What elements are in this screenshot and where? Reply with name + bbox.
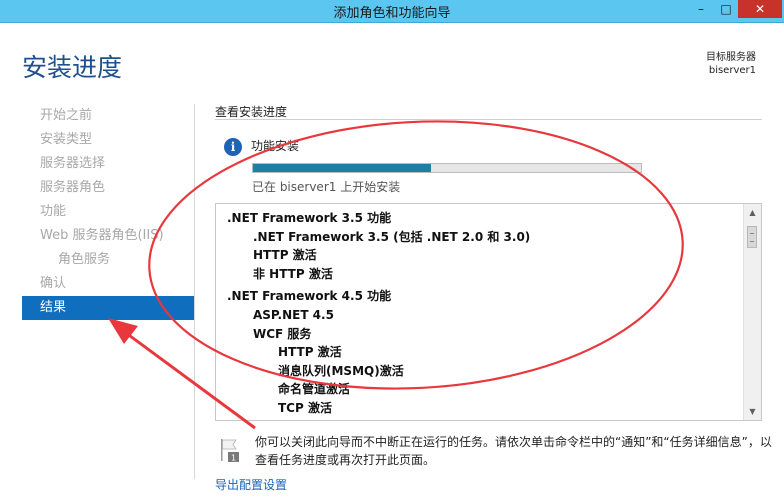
close-button[interactable]: ✕ (738, 0, 782, 18)
target-server-name: biserver1 (708, 65, 756, 76)
nav-item-web-server-role[interactable]: Web 服务器角色(IIS) (22, 224, 194, 248)
flag-icon: 1 (221, 439, 239, 463)
page-title: 安装进度 (22, 53, 123, 82)
nav-item-role-services[interactable]: 角色服务 (22, 248, 194, 272)
section-label: 查看安装进度 (215, 105, 288, 119)
info-note: 你可以关闭此向导而不中断正在运行的任务。请依次单击命令栏中的“通知”和“任务详细… (255, 433, 775, 469)
nav-item-server-roles[interactable]: 服务器角色 (22, 176, 194, 200)
list-item: HTTP 激活 (278, 345, 342, 360)
svg-text:1: 1 (231, 454, 236, 463)
wizard-nav: 开始之前 安装类型 服务器选择 服务器角色 功能 Web 服务器角色(IIS) … (22, 104, 194, 320)
list-item: .NET Framework 3.5 功能 (227, 211, 392, 225)
nav-item-installation-type[interactable]: 安装类型 (22, 128, 194, 152)
arrow-down-icon[interactable]: ▼ (744, 403, 761, 420)
info-note-line1: 你可以关闭此向导而不中断正在运行的任务。请依次单击命令栏中的“通知”和“任务详细… (255, 435, 772, 449)
progress-status-text: 已在 biserver1 上开始安装 (252, 180, 401, 194)
info-note-line2: 查看任务进度或再次打开此页面。 (255, 453, 436, 467)
results-list: .NET Framework 3.5 功能 .NET Framework 3.5… (216, 204, 744, 420)
nav-item-features[interactable]: 功能 (22, 200, 194, 224)
list-item: HTTP 激活 (253, 248, 317, 263)
info-icon: i (224, 138, 242, 156)
list-item: ASP.NET 4.5 (253, 307, 334, 322)
list-item: 消息队列(MSMQ)激活 (278, 363, 404, 378)
install-progress-bar (252, 163, 642, 173)
export-config-link[interactable]: 导出配置设置 (215, 476, 287, 493)
list-item: .NET Framework 4.5 功能 (227, 289, 392, 304)
nav-item-server-selection[interactable]: 服务器选择 (22, 152, 194, 176)
scrollbar-thumb[interactable] (747, 226, 757, 248)
window-title: 添加角色和功能向导 (333, 6, 451, 21)
maximize-button[interactable]: □ (714, 0, 738, 18)
list-item: TCP 激活 (278, 400, 332, 415)
minimize-button[interactable]: – (688, 0, 714, 18)
nav-divider (194, 104, 195, 479)
nav-item-before-you-begin[interactable]: 开始之前 (22, 104, 194, 128)
list-item: 非 HTTP 激活 (253, 266, 333, 281)
target-server-label: 目标服务器 (706, 52, 756, 63)
list-item: 命名管道激活 (278, 382, 351, 397)
target-server: 目标服务器 biserver1 (706, 51, 756, 77)
arrow-up-icon[interactable]: ▲ (744, 204, 761, 221)
nav-item-results[interactable]: 结果 (22, 296, 194, 320)
list-item: WCF 服务 (253, 326, 312, 341)
progress-fill (253, 164, 432, 172)
results-scrollbar[interactable]: ▲ ▼ (743, 204, 761, 420)
section-divider (215, 119, 762, 120)
list-item: .NET Framework 3.5 (包括 .NET 2.0 和 3.0) (253, 229, 531, 244)
annotation-arrowhead (108, 318, 138, 344)
title-bar: 添加角色和功能向导 – □ ✕ (0, 0, 784, 23)
results-list-box[interactable]: .NET Framework 3.5 功能 .NET Framework 3.5… (215, 203, 762, 421)
nav-item-confirmation[interactable]: 确认 (22, 272, 194, 296)
feature-install-label: 功能安装 (251, 139, 300, 153)
